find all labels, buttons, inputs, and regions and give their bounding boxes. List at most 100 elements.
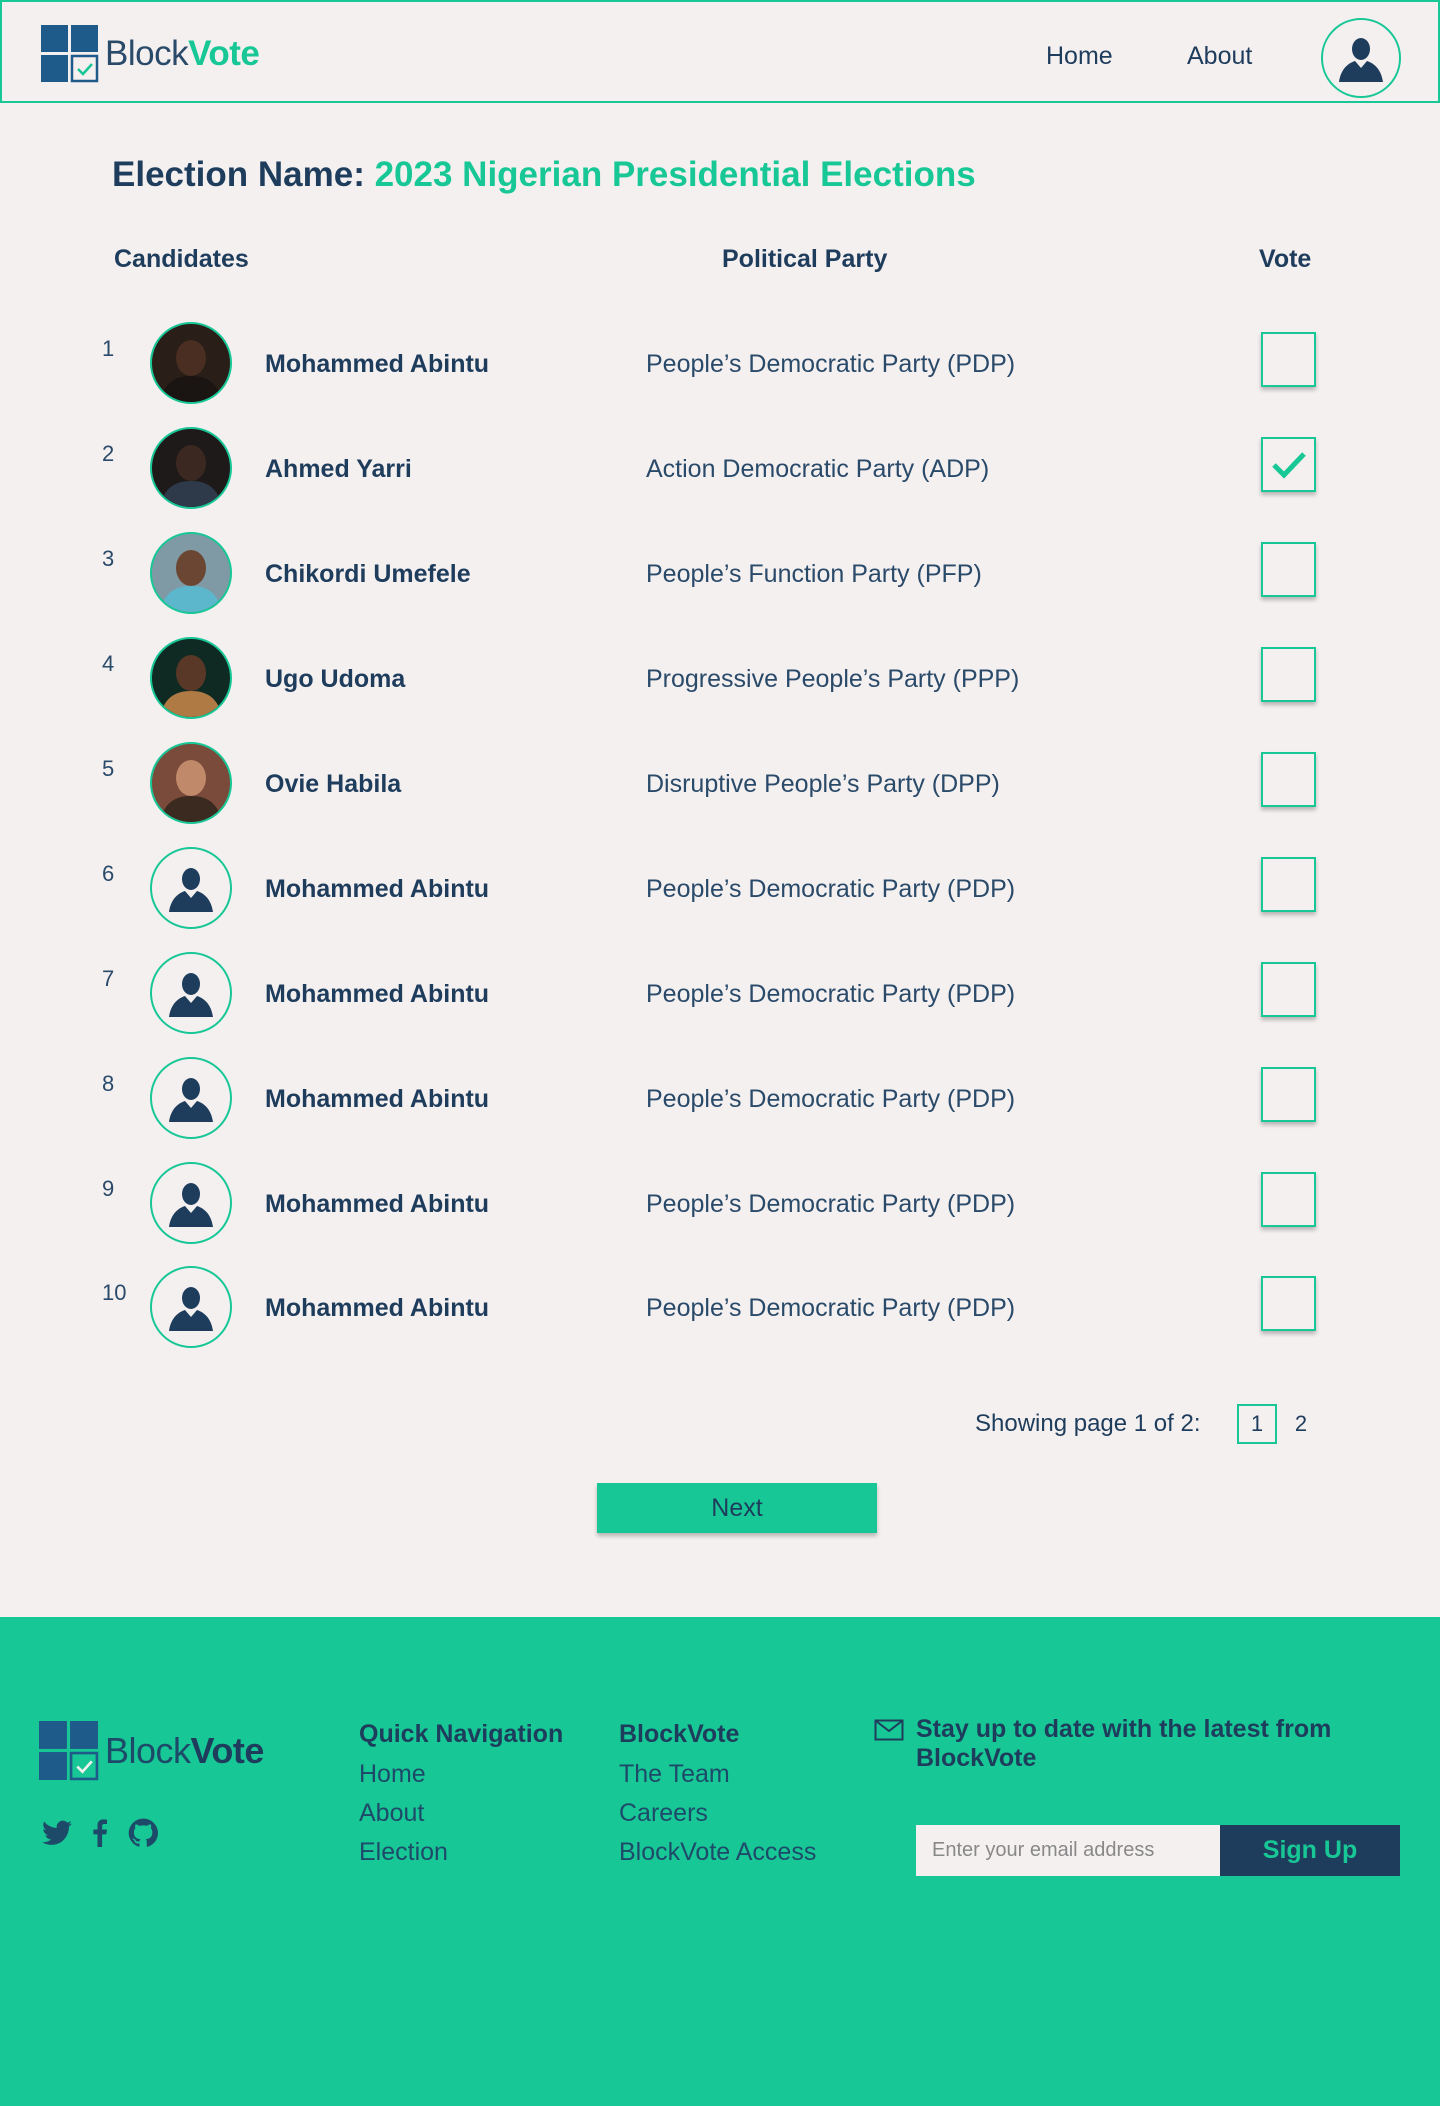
sign-up-button[interactable]: Sign Up — [1220, 1825, 1400, 1876]
election-title: Election Name: 2023 Nigerian Presidentia… — [112, 155, 976, 194]
vote-checkbox[interactable] — [1261, 647, 1316, 702]
column-header-vote: Vote — [1259, 245, 1312, 273]
candidate-row: 7 Mohammed Abintu People’s Democratic Part… — [0, 952, 1440, 1057]
footer-col-title: Quick Navigation — [359, 1720, 564, 1748]
candidate-name: Mohammed Abintu — [265, 1190, 490, 1218]
candidate-number: 9 — [102, 1176, 115, 1201]
candidate-row: 8 Mohammed Abintu People’s Democratic Part… — [0, 1057, 1440, 1162]
footer-link-team[interactable]: The Team — [619, 1755, 816, 1794]
user-icon — [1339, 38, 1383, 82]
user-icon — [150, 952, 232, 1034]
facebook-icon[interactable] — [92, 1819, 108, 1847]
candidate-row: 10 Mohammed Abintu People’s Democratic Par… — [0, 1266, 1440, 1371]
candidate-name: Ugo Udoma — [265, 665, 406, 693]
vote-checkbox[interactable] — [1261, 962, 1316, 1017]
email-input[interactable] — [916, 1825, 1220, 1876]
page-button-1[interactable]: 1 — [1237, 1404, 1277, 1444]
candidate-name: Mohammed Abintu — [265, 1294, 490, 1322]
candidate-party: People’s Democratic Party (PDP) — [646, 875, 1016, 903]
footer-link-about[interactable]: About — [359, 1794, 563, 1833]
footer-logo-text: BlockVote — [105, 1730, 264, 1771]
checkmark-icon — [1271, 451, 1306, 479]
footer-link-home[interactable]: Home — [359, 1755, 563, 1794]
footer-link-election[interactable]: Election — [359, 1833, 563, 1872]
candidate-name: Mohammed Abintu — [265, 350, 490, 378]
page-button-2[interactable]: 2 — [1281, 1404, 1321, 1444]
candidate-name: Chikordi Umefele — [265, 560, 471, 588]
candidate-photo — [150, 637, 232, 719]
candidate-number: 1 — [102, 336, 115, 361]
footer: BlockVote Quick Navigation Home About El… — [0, 1617, 1440, 2106]
footer-quick-navigation: Quick Navigation Home About Election — [359, 1720, 563, 1872]
vote-checkbox[interactable] — [1261, 1172, 1316, 1227]
newsletter: Stay up to date with the latest from Blo… — [874, 1715, 1356, 1773]
candidate-row: 6 Mohammed Abintu People’s Democratic Part… — [0, 847, 1440, 952]
user-icon — [150, 1162, 232, 1244]
logo-icon — [41, 25, 99, 83]
footer-col-title: BlockVote — [619, 1720, 740, 1748]
candidate-photo — [150, 427, 232, 509]
candidate-row: 9 Mohammed Abintu People’s Democratic Part… — [0, 1162, 1440, 1267]
candidate-photo — [150, 532, 232, 614]
footer-logo[interactable]: BlockVote — [39, 1721, 264, 1781]
election-name: 2023 Nigerian Presidential Elections — [374, 155, 976, 194]
brand-logo[interactable]: BlockVote — [41, 25, 260, 83]
user-icon — [150, 1266, 232, 1348]
candidate-party: People’s Democratic Party (PDP) — [646, 1085, 1016, 1113]
candidate-party: People’s Democratic Party (PDP) — [646, 1294, 1016, 1322]
twitter-icon[interactable] — [42, 1820, 72, 1846]
column-header-party: Political Party — [722, 245, 888, 273]
candidate-number: 6 — [102, 861, 115, 886]
candidate-number: 10 — [102, 1280, 127, 1305]
vote-checkbox[interactable] — [1261, 332, 1316, 387]
column-header-candidates: Candidates — [114, 245, 249, 273]
nav-about-link[interactable]: About — [1187, 42, 1252, 71]
next-button[interactable]: Next — [597, 1483, 877, 1533]
candidate-party: Progressive People’s Party (PPP) — [646, 665, 1020, 693]
pagination-info: Showing page 1 of 2: — [975, 1410, 1201, 1437]
footer-link-access[interactable]: BlockVote Access — [619, 1833, 816, 1872]
candidate-photo — [150, 742, 232, 824]
candidate-name: Mohammed Abintu — [265, 875, 490, 903]
candidate-party: Disruptive People’s Party (DPP) — [646, 770, 1000, 798]
github-icon[interactable] — [128, 1818, 158, 1848]
candidate-row: 5 Ovie Habila Disruptive People’s Party (D… — [0, 742, 1440, 847]
logo-text: BlockVote — [105, 34, 260, 73]
candidate-party: People’s Democratic Party (PDP) — [646, 1190, 1016, 1218]
candidate-party: People’s Democratic Party (PDP) — [646, 980, 1016, 1008]
candidate-row: 2 Ahmed Yarri Action Democratic Party (ADP… — [0, 427, 1440, 532]
user-icon — [150, 1057, 232, 1139]
vote-checkbox[interactable] — [1261, 437, 1316, 492]
mail-icon — [874, 1719, 904, 1741]
newsletter-text: Stay up to date with the latest from Blo… — [916, 1715, 1332, 1772]
candidate-row: 4 Ugo Udoma Progressive People’s Party (PP… — [0, 637, 1440, 742]
candidate-number: 5 — [102, 756, 115, 781]
candidate-row: 1 Mohammed Abintu People’s Democratic Part… — [0, 322, 1440, 427]
candidate-party: People’s Function Party (PFP) — [646, 560, 982, 588]
candidate-number: 8 — [102, 1071, 115, 1096]
candidate-number: 3 — [102, 546, 115, 571]
candidate-name: Ahmed Yarri — [265, 455, 412, 483]
logo-icon — [39, 1721, 99, 1781]
vote-checkbox[interactable] — [1261, 857, 1316, 912]
vote-checkbox[interactable] — [1261, 752, 1316, 807]
candidate-number: 4 — [102, 651, 115, 676]
social-links — [42, 1818, 158, 1848]
candidate-row: 3 Chikordi Umefele People’s Function Party… — [0, 532, 1440, 637]
footer-link-careers[interactable]: Careers — [619, 1794, 816, 1833]
candidate-number: 7 — [102, 966, 115, 991]
candidate-number: 2 — [102, 441, 115, 466]
candidate-party: Action Democratic Party (ADP) — [646, 455, 990, 483]
candidate-name: Mohammed Abintu — [265, 980, 490, 1008]
nav-home-link[interactable]: Home — [1046, 42, 1113, 71]
candidate-name: Ovie Habila — [265, 770, 402, 798]
candidate-photo — [150, 322, 232, 404]
vote-checkbox[interactable] — [1261, 542, 1316, 597]
profile-avatar-button[interactable] — [1321, 18, 1401, 98]
vote-checkbox[interactable] — [1261, 1067, 1316, 1122]
user-icon — [150, 847, 232, 929]
footer-blockvote: BlockVote The Team Careers BlockVote Acc… — [619, 1720, 816, 1872]
candidate-name: Mohammed Abintu — [265, 1085, 490, 1113]
vote-checkbox[interactable] — [1261, 1276, 1316, 1331]
header: BlockVote Home About — [0, 0, 1440, 103]
